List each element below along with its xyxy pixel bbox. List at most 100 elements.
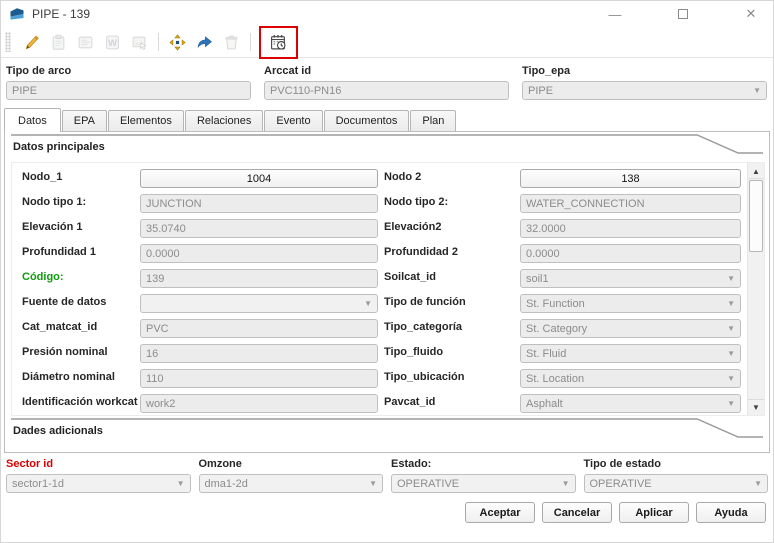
select-image-icon [128,30,151,55]
scroll-down-icon[interactable]: ▼ [748,399,764,414]
ayuda-button[interactable]: Ayuda [696,502,766,523]
paste-icon [47,30,70,55]
epa-type-select[interactable]: PIPE ▼ [522,81,767,100]
toolbar-grip-handle[interactable] [5,32,11,52]
profundidad-1-input[interactable] [140,244,378,263]
nodo-tipo-2-input[interactable] [520,194,741,213]
pavcat-id-select[interactable]: Asphalt ▼ [520,394,741,413]
tab-documentos[interactable]: Documentos [323,110,410,131]
nodo-2-label: Nodo 2 [384,170,422,183]
omzone-label: Omzone [198,458,242,470]
elevacion-1-label: Elevación 1 [22,220,83,233]
tab-elementos[interactable]: Elementos [107,110,184,131]
fuente-de-datos-select[interactable]: ▼ [140,294,378,313]
sector-id-label: Sector id [6,458,54,470]
chevron-down-icon: ▼ [727,273,735,283]
nodo-2-button[interactable]: 138 [520,169,741,188]
elevacion-2-label: Elevación2 [384,220,442,233]
arccat-id-label: Arccat id [264,65,312,77]
cancelar-button[interactable]: Cancelar [542,502,612,523]
tab-epa[interactable]: EPA [61,110,107,131]
title-bar: PIPE - 139 — ✕ [1,1,773,27]
tipo-fluido-label: Tipo_fluido [384,345,444,358]
chevron-down-icon: ▼ [754,478,762,488]
close-icon[interactable]: ✕ [731,1,771,27]
nodo-tipo-2-label: Nodo tipo 2: [384,195,449,208]
form-grid: Nodo_1 1004 Nodo 2 138 Nodo tipo 1: Nodo… [12,163,745,415]
section-dades-adicionals[interactable]: Dades adicionals [5,416,769,445]
tipo-ubicacion-select[interactable]: St. Location ▼ [520,369,741,388]
arccat-id-input[interactable] [264,81,509,100]
profundidad-1-label: Profundidad 1 [22,245,96,258]
section-title: Datos principales [13,141,105,153]
edit-pencil-icon[interactable] [20,30,43,55]
tab-datos[interactable]: Datos [4,108,61,132]
delete-icon [220,30,243,55]
diametro-nominal-label: Diámetro nominal [22,370,115,383]
scrollbar-thumb[interactable] [749,180,763,252]
nodo-tipo-1-input[interactable] [140,194,378,213]
dialog-window: PIPE - 139 — ✕ W Tipo de arco PIPE Arcca… [0,0,774,543]
profundidad-2-label: Profundidad 2 [384,245,458,258]
chevron-down-icon: ▼ [561,478,570,488]
cat-matcat-id-input[interactable] [140,319,378,338]
chevron-down-icon: ▼ [727,373,735,383]
datos-tab-panel: Datos principales Nodo_1 1004 Nodo 2 138… [4,131,770,453]
diametro-nominal-input[interactable] [140,369,378,388]
move-node-icon[interactable] [166,30,189,55]
tab-evento[interactable]: Evento [264,110,323,131]
sector-id-select[interactable]: sector1-1d ▼ [6,474,191,493]
codigo-label: Código: [22,270,64,283]
svg-text:W: W [108,38,117,49]
header-form: Tipo de arco Arccat id Tipo_epa PIPE ▼ [1,58,773,105]
tipo-de-estado-label: Tipo de estado [583,458,661,470]
minimize-icon[interactable]: — [595,1,635,27]
aceptar-button[interactable]: Aceptar [465,502,535,523]
word-document-icon: W [101,30,124,55]
tipo-de-funcion-label: Tipo de función [384,295,466,308]
footer-fields: Sector id sector1-1d ▼ Omzone dma1-2d ▼ … [1,453,773,493]
maximize-icon[interactable] [663,1,703,27]
tipo-de-estado-select[interactable]: OPERATIVE ▼ [583,474,768,493]
form-scroll-area: Nodo_1 1004 Nodo 2 138 Nodo tipo 1: Nodo… [11,162,765,416]
tipo-de-funcion-select[interactable]: St. Function ▼ [520,294,741,313]
workcat-calendar-clock-icon[interactable] [267,30,290,55]
app-logo-icon [10,8,24,20]
elevacion-2-input[interactable] [520,219,741,238]
tipo-ubicacion-label: Tipo_ubicación [384,370,465,383]
soilcat-id-select[interactable]: soil1 ▼ [520,269,741,288]
fuente-de-datos-label: Fuente de datos [22,295,107,308]
cat-matcat-id-label: Cat_matcat_id [22,320,98,333]
nodo-1-button[interactable]: 1004 [140,169,378,188]
soilcat-id-label: Soilcat_id [384,270,436,283]
codigo-input[interactable] [140,269,378,288]
profundidad-2-input[interactable] [520,244,741,263]
tipo-fluido-select[interactable]: St. Fluid ▼ [520,344,741,363]
tab-relaciones[interactable]: Relaciones [184,110,264,131]
toolbar: W [1,25,773,59]
tipo-categoria-select[interactable]: St. Category ▼ [520,319,741,338]
chevron-down-icon: ▼ [364,298,372,308]
aplicar-button[interactable]: Aplicar [619,502,689,523]
tipo-categoria-label: Tipo_categoría [384,320,463,333]
identificacion-workcat-input[interactable] [140,394,378,413]
omzone-select[interactable]: dma1-2d ▼ [198,474,383,493]
elevacion-1-input[interactable] [140,219,378,238]
section-datos-principales[interactable]: Datos principales [5,132,769,161]
dialog-button-row: Aceptar Cancelar Aplicar Ayuda [1,493,773,523]
nodo-tipo-1-label: Nodo tipo 1: [22,195,87,208]
presion-nominal-label: Presión nominal [22,345,108,358]
window-title: PIPE - 139 [32,7,91,21]
presion-nominal-input[interactable] [140,344,378,363]
tab-plan[interactable]: Plan [410,110,457,131]
chevron-down-icon: ▼ [176,478,185,488]
vertical-scrollbar[interactable]: ▲ ▼ [747,163,764,415]
nodo-1-label: Nodo_1 [22,170,63,183]
scroll-up-icon[interactable]: ▲ [748,164,764,179]
tab-bar: Datos EPA Elementos Relaciones Evento Do… [1,105,773,132]
flow-direction-arrow-icon[interactable] [193,30,216,55]
arc-type-input[interactable] [6,81,251,100]
toolbar-separator [250,33,251,51]
estado-select[interactable]: OPERATIVE ▼ [391,474,576,493]
highlight-annotation-box [259,25,298,59]
